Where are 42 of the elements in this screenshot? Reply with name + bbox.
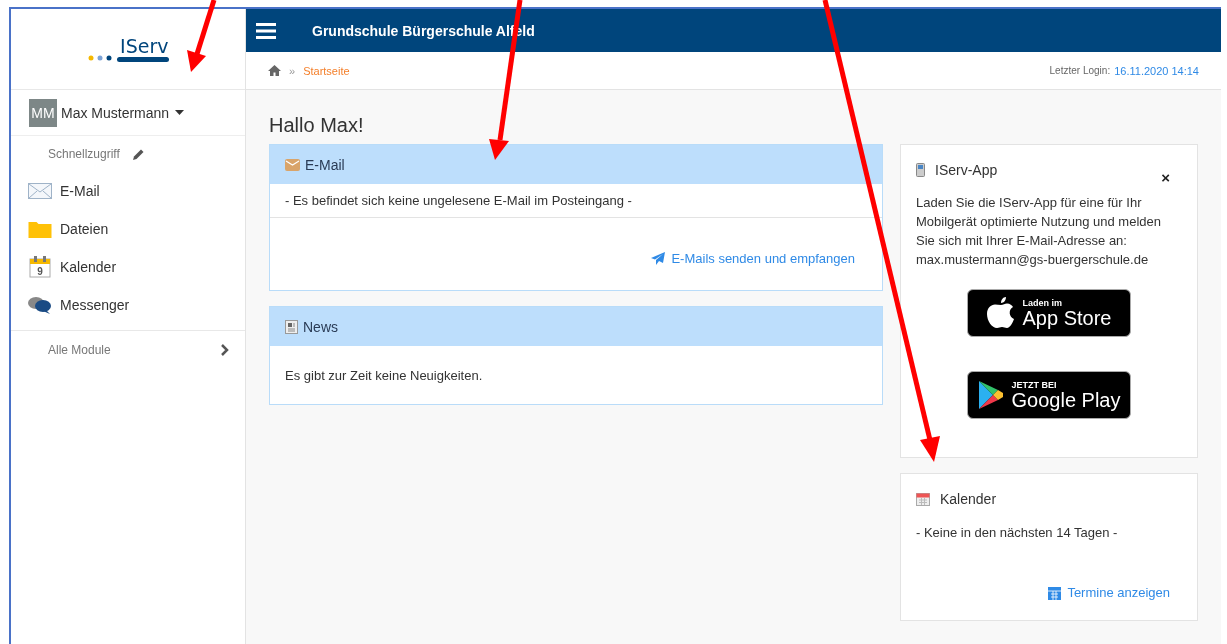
panel-title: Kalender [940,491,997,507]
user-menu[interactable]: Max Mustermann [61,104,185,121]
store-badge[interactable]: Laden im App Store [967,289,1131,337]
quick-access-label: Schnellzugriff [48,147,120,161]
home-icon[interactable] [268,65,281,76]
annotation-arrow [187,0,217,72]
last-login-label: Letzter Login: [1049,65,1111,76]
app-description: Laden Sie die IServ-App für eine für Ihr Mobilgerät optimierte Nutzung und melden Sie sich mit Ihrer E-Mail-Adresse an: max.mustermann@gs-buergerschule.de [916,194,1162,269]
close-button[interactable]: × [1161,168,1170,186]
phone-icon [916,163,925,177]
paper-plane-icon [651,251,666,265]
menu-icon[interactable] [256,22,276,39]
calendar-icon [916,492,930,506]
chevron-right-icon [221,344,229,356]
envelope-icon [28,183,52,199]
calendar-message: - Keine in den nächsten 14 Tagen - [916,525,1119,540]
calendar-icon [1048,585,1062,600]
news-message: Es gibt zur Zeit keine Neuigkeiten. [284,366,484,385]
chat-bubbles-icon [28,296,52,314]
pencil-icon[interactable] [131,147,145,161]
sidebar-item[interactable]: E-Mail [11,172,245,210]
caret-icon [175,110,185,115]
inbox-icon [285,158,300,171]
greeting-heading: Hallo Max! [269,114,365,137]
sidebar-item[interactable]: 9 Kalender [11,248,245,286]
show-events-link[interactable]: Termine anzeigen [1048,585,1170,600]
send-receive-link[interactable]: E-Mails senden und empfangen [651,250,855,266]
panel-title: News [303,318,338,335]
iserv-logo[interactable]: IServ [87,36,169,62]
user-avatar: MM [29,98,57,127]
folder-icon [28,220,52,238]
panel-title: IServ-App [935,162,998,178]
store-badge[interactable]: JETZT BEI Google Play [967,371,1131,419]
email-status: - Es befindet sich keine ungelesene E-Mail im Posteingang - [270,184,882,218]
sidebar-item[interactable]: Messenger [11,286,245,324]
all-modules-link[interactable]: Alle Module [11,330,245,369]
sidebar-item[interactable]: Dateien [11,210,245,248]
calendar-icon: 9 [28,256,52,278]
newspaper-icon [285,319,298,334]
last-login-time: 16.11.2020 14:14 [1114,64,1199,77]
panel-title: E-Mail [305,156,345,173]
breadcrumb-separator: » [289,64,296,77]
